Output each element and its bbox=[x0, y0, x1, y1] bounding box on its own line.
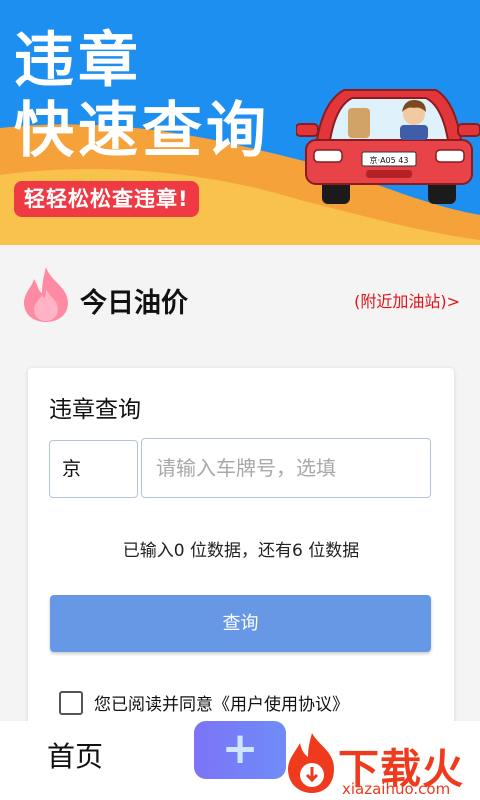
agreement-text[interactable]: 您已阅读并同意《用户使用协议》 bbox=[94, 690, 349, 715]
oil-price-title: 今日油价 bbox=[80, 288, 188, 319]
nearby-gas-station-link[interactable]: (附近加油站)> bbox=[354, 288, 460, 312]
watermark-url: xiazaihuo.com bbox=[342, 780, 451, 798]
add-button[interactable]: + bbox=[194, 721, 286, 779]
watermark: 下载火 xiazaihuo.com bbox=[282, 729, 480, 800]
car-illustration: 京·A05 43 bbox=[296, 89, 480, 204]
violation-query-card: 违章查询 京 已输入0 位数据，还有6 位数据 查询 您已阅读并同意《用户使用协… bbox=[28, 368, 454, 728]
nav-home[interactable]: 首页 bbox=[47, 735, 103, 775]
agreement-checkbox[interactable] bbox=[59, 690, 83, 715]
plus-icon: + bbox=[221, 723, 259, 774]
banner-tagline: 轻轻松松查违章! bbox=[14, 181, 199, 217]
card-title: 违章查询 bbox=[49, 397, 141, 423]
watermark-logo-icon bbox=[288, 733, 334, 793]
plate-number-input[interactable] bbox=[141, 438, 431, 498]
query-button[interactable]: 查询 bbox=[50, 595, 431, 652]
oil-price-row: 今日油价 (附近加油站)> bbox=[0, 245, 480, 353]
agreement-row[interactable]: 您已阅读并同意《用户使用协议》 bbox=[59, 690, 349, 715]
input-count-text: 已输入0 位数据，还有6 位数据 bbox=[122, 541, 360, 561]
hero-banner: 违章 快速查询 轻轻松松查违章! 京·A05 43 bbox=[0, 0, 480, 245]
banner-title-line2: 快速查询 bbox=[14, 96, 270, 166]
flame-icon bbox=[24, 267, 68, 322]
license-plate-text: 京·A05 43 bbox=[370, 155, 409, 165]
province-selector[interactable]: 京 bbox=[49, 440, 138, 498]
banner-title-line1: 违章 bbox=[14, 26, 142, 96]
